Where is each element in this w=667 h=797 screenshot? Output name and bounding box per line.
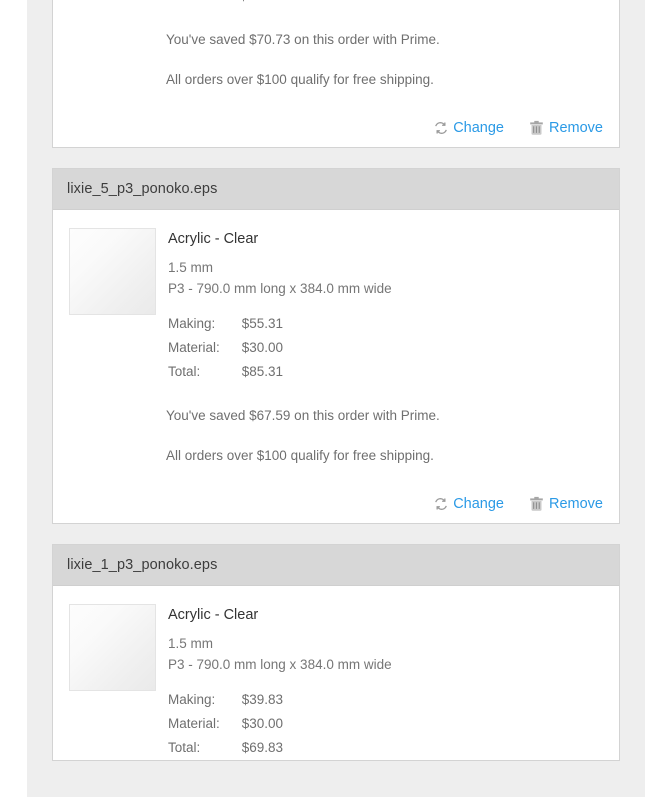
design-thumbnail — [69, 228, 156, 315]
price-table: Material: $30.00 Total: $87.87 — [166, 0, 281, 8]
cart-item-header: lixie_5_p3_ponoko.eps — [53, 169, 619, 210]
price-row-total: Total: $85.31 — [168, 360, 283, 384]
cart-item-clipped-top: Material: $30.00 Total: $87.87 You've sa… — [53, 0, 619, 147]
cart-item-body: Acrylic - Clear 1.5 mm P3 - 790.0 mm lon… — [53, 586, 619, 760]
price-label-material: Material: — [168, 340, 220, 355]
refresh-sync-icon — [432, 120, 449, 137]
cart-item-card: lixie_5_p3_ponoko.eps Acrylic - Clear 1.… — [52, 168, 620, 524]
price-label-making: Making: — [168, 692, 216, 707]
material-thickness: 1.5 mm — [168, 260, 214, 275]
price-label-material: Material: — [168, 716, 220, 731]
cart-items-column: Material: $30.00 Total: $87.87 You've sa… — [52, 0, 620, 797]
cart-item-filename: lixie_1_p3_ponoko.eps — [67, 557, 218, 573]
material-dimensions: P3 - 790.0 mm long x 384.0 mm wide — [168, 281, 392, 296]
price-value-total: $69.83 — [241, 740, 284, 755]
price-value-making: $55.31 — [241, 316, 284, 331]
cart-item-actions: Change Remove — [53, 109, 619, 147]
cart-item-actions: Change Remove — [53, 485, 619, 523]
free-shipping-note: All orders over $100 qualify for free sh… — [166, 72, 434, 87]
prime-savings-note: You've saved $67.59 on this order with P… — [166, 408, 440, 423]
price-value-total: $87.87 — [240, 0, 281, 8]
remove-button[interactable]: Remove — [528, 120, 603, 137]
price-table: Making: $55.31 Material: $30.00 Total: $… — [168, 312, 283, 384]
trash-can-icon — [528, 496, 545, 513]
cart-item-header: lixie_1_p3_ponoko.eps — [53, 545, 619, 586]
cart-item-details: Acrylic - Clear 1.5 mm P3 - 790.0 mm lon… — [168, 228, 603, 384]
change-label: Change — [453, 120, 504, 136]
design-thumbnail — [69, 604, 156, 691]
change-button[interactable]: Change — [432, 120, 504, 137]
remove-label: Remove — [549, 120, 603, 136]
price-row-making: Making: $55.31 — [168, 312, 283, 336]
trash-can-icon — [528, 120, 545, 137]
price-table: Making: $39.83 Material: $30.00 Total: $… — [168, 688, 283, 760]
cart-item-filename: lixie_5_p3_ponoko.eps — [67, 181, 218, 197]
cart-item-details: Acrylic - Clear 1.5 mm P3 - 790.0 mm lon… — [168, 604, 603, 760]
prime-savings-note: You've saved $70.73 on this order with P… — [166, 32, 440, 47]
price-row-making: Making: $39.83 — [168, 688, 283, 712]
cart-item-card: lixie_1_p3_ponoko.eps Acrylic - Clear 1.… — [52, 544, 620, 761]
price-value-material: $30.00 — [241, 716, 284, 731]
price-value-making: $39.83 — [241, 692, 284, 707]
price-label-total: Total: — [168, 740, 201, 755]
material-dimensions: P3 - 790.0 mm long x 384.0 mm wide — [168, 657, 392, 672]
material-thickness: 1.5 mm — [168, 636, 214, 651]
cart-item-price-area: Material: $30.00 Total: $87.87 — [53, 0, 619, 8]
price-label-total: Total: — [168, 364, 201, 379]
refresh-sync-icon — [432, 496, 449, 513]
material-name: Acrylic - Clear — [168, 231, 259, 247]
price-row-material: Material: $30.00 — [168, 712, 283, 736]
price-label-making: Making: — [168, 316, 216, 331]
price-row-material: Material: $30.00 — [168, 336, 283, 360]
cart-item-body: Acrylic - Clear 1.5 mm P3 - 790.0 mm lon… — [53, 210, 619, 384]
material-name: Acrylic - Clear — [168, 607, 259, 623]
change-label: Change — [453, 496, 504, 512]
remove-label: Remove — [549, 496, 603, 512]
cart-item-card: Material: $30.00 Total: $87.87 You've sa… — [52, 0, 620, 148]
change-button[interactable]: Change — [432, 496, 504, 513]
cart-page: Material: $30.00 Total: $87.87 You've sa… — [0, 0, 667, 797]
price-value-total: $85.31 — [241, 364, 284, 379]
remove-button[interactable]: Remove — [528, 496, 603, 513]
price-row-total: Total: $87.87 — [166, 0, 281, 8]
price-label-total: Total: — [166, 0, 240, 8]
price-block: Material: $30.00 Total: $87.87 — [69, 0, 603, 8]
free-shipping-note: All orders over $100 qualify for free sh… — [166, 448, 434, 463]
price-value-material: $30.00 — [241, 340, 284, 355]
price-row-total: Total: $69.83 — [168, 736, 283, 760]
